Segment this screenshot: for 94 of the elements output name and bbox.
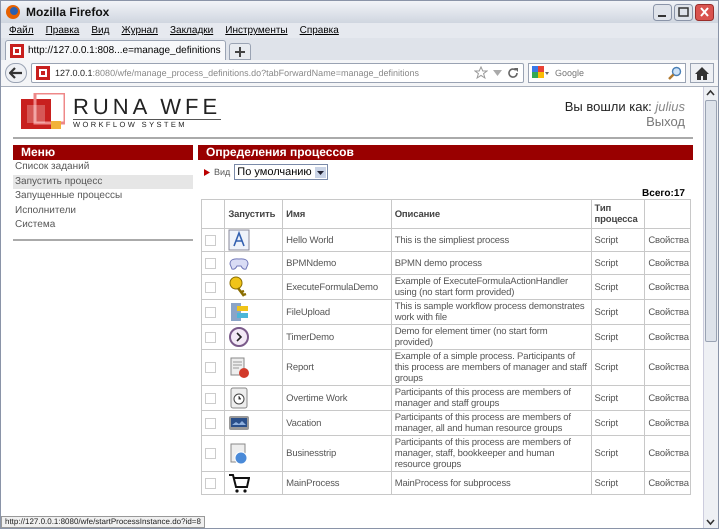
menu-item[interactable]: Правка: [46, 25, 80, 36]
process-description: Example of a simple process. Participants of this process are members of manager and staff groups: [391, 350, 592, 386]
row-checkbox[interactable]: [205, 448, 216, 459]
menu-item[interactable]: Закладки: [170, 25, 214, 36]
menu-item[interactable]: Журнал: [121, 25, 158, 36]
back-arrow-icon: [9, 67, 23, 79]
letter-icon[interactable]: [228, 229, 250, 251]
section-title: Определения процессов: [198, 145, 693, 160]
menu-item[interactable]: Файл: [9, 25, 34, 36]
sidebar-item[interactable]: Система: [13, 218, 193, 232]
process-description: Example of ExecuteFormulaActionHandler using (no start form provided): [391, 274, 592, 300]
menu-item[interactable]: Вид: [91, 25, 110, 36]
process-description: This is sample workflow process demonstrates work with file: [391, 300, 592, 324]
dropdown-icon[interactable]: [493, 70, 502, 76]
plus-icon: [234, 46, 245, 56]
minimize-icon[interactable]: [653, 4, 672, 20]
process-name: Businesstrip: [282, 436, 392, 472]
process-type: Script: [591, 350, 645, 386]
process-description: BPMN demo process: [391, 252, 592, 274]
caret-icon: [314, 166, 326, 178]
search-engine-icon: [532, 66, 550, 80]
menu-item[interactable]: Справка: [300, 25, 339, 36]
process-name: BPMNdemo: [282, 252, 392, 274]
view-dropdown[interactable]: По умолчанию: [234, 164, 328, 180]
row-checkbox[interactable]: [205, 306, 216, 318]
process-name: FileUpload: [282, 300, 392, 324]
process-name: Hello World: [282, 228, 392, 252]
home-button[interactable]: [690, 63, 714, 83]
sidebar-item[interactable]: Запущенные процессы: [13, 189, 193, 204]
process-type: Script: [591, 228, 645, 252]
process-type: Script: [591, 300, 645, 324]
process-name: TimerDemo: [282, 324, 392, 350]
process-description: MainProcess for subprocess: [391, 472, 592, 494]
menu-item[interactable]: Инструменты: [225, 25, 288, 36]
search-field[interactable]: Google: [528, 63, 686, 83]
maximize-icon[interactable]: [674, 4, 693, 20]
logout-link[interactable]: Выход: [646, 114, 685, 129]
back-button[interactable]: [5, 63, 27, 83]
process-name: MainProcess: [282, 472, 392, 494]
address-field[interactable]: 127.0.0.1:8080/wfe/manage_process_definitions.do?tabForwardName=manage_definitions: [31, 63, 524, 83]
search-icon[interactable]: [668, 66, 682, 80]
star-icon[interactable]: [474, 66, 488, 80]
sidebar-item[interactable]: Исполнители: [13, 204, 193, 218]
scrollbar[interactable]: [703, 87, 718, 528]
new-tab-button[interactable]: [228, 43, 251, 60]
close-icon[interactable]: [695, 4, 714, 20]
row-checkbox[interactable]: [205, 332, 216, 342]
process-name: Vacation: [282, 410, 392, 436]
row-checkbox[interactable]: [205, 392, 216, 404]
report-icon[interactable]: [228, 356, 250, 378]
browser-logo-icon: [5, 4, 21, 20]
cart-icon[interactable]: [228, 472, 250, 494]
process-name: Report: [282, 350, 392, 386]
column-header: Описание: [391, 200, 592, 228]
sidebar-item[interactable]: Запустить процесс: [13, 174, 193, 189]
process-name: Overtime Work: [282, 386, 392, 410]
sidebar-title: Меню: [13, 145, 193, 160]
row-checkbox[interactable]: [205, 362, 216, 373]
process-name: ExecuteFormulaDemo: [282, 274, 392, 300]
row-checkbox[interactable]: [205, 234, 216, 246]
url-text: 127.0.0.1:8080/wfe/manage_process_definitions.do?tabForwardName=manage_definitions: [55, 68, 420, 78]
process-type: Script: [591, 274, 645, 300]
process-type: Script: [591, 386, 645, 410]
view-label: Вид: [214, 167, 230, 177]
process-type: Script: [591, 472, 645, 494]
column-header: Запустить: [224, 200, 283, 228]
site-icon: [36, 66, 50, 80]
process-type: Script: [591, 252, 645, 274]
process-type: Script: [591, 324, 645, 350]
logo-title: RUNA WFE: [73, 95, 222, 119]
sidebar-item[interactable]: Список заданий: [13, 160, 193, 174]
total-count: Всего:17: [641, 188, 686, 199]
column-header: Тип процесса: [591, 200, 645, 228]
process-type: Script: [591, 436, 645, 472]
process-type: Script: [591, 410, 645, 436]
site-icon: [10, 44, 24, 58]
status-url: http://127.0.0.1:8080/wfe/startProcessInstance.do?id=8: [1, 516, 205, 528]
browser-tab[interactable]: http://127.0.0.1:808...e=manage_definitions: [5, 40, 226, 60]
reload-icon[interactable]: [507, 67, 519, 79]
row-checkbox[interactable]: [205, 478, 216, 488]
process-description: Participants of this process are members of manager, staff, bookkeeper and human resource groups: [391, 436, 592, 472]
column-header: Имя: [282, 200, 392, 228]
logo-icon: [21, 93, 65, 131]
row-checkbox[interactable]: [205, 418, 216, 428]
row-checkbox[interactable]: [205, 258, 216, 268]
window-title: Mozilla Firefox: [26, 5, 110, 19]
home-icon: [695, 66, 709, 80]
triangle-icon: [204, 168, 210, 176]
process-description: Demo for element timer (no start form provided): [391, 324, 592, 350]
user-label: Вы вошли как: julius: [564, 99, 685, 114]
process-description: This is the simpliest process: [391, 228, 592, 252]
process-description: Participants of this process are members of manager and staff groups: [391, 386, 592, 410]
row-checkbox[interactable]: [205, 282, 216, 292]
process-description: Participants of this process are members of manager, all and human resource groups: [391, 410, 592, 436]
